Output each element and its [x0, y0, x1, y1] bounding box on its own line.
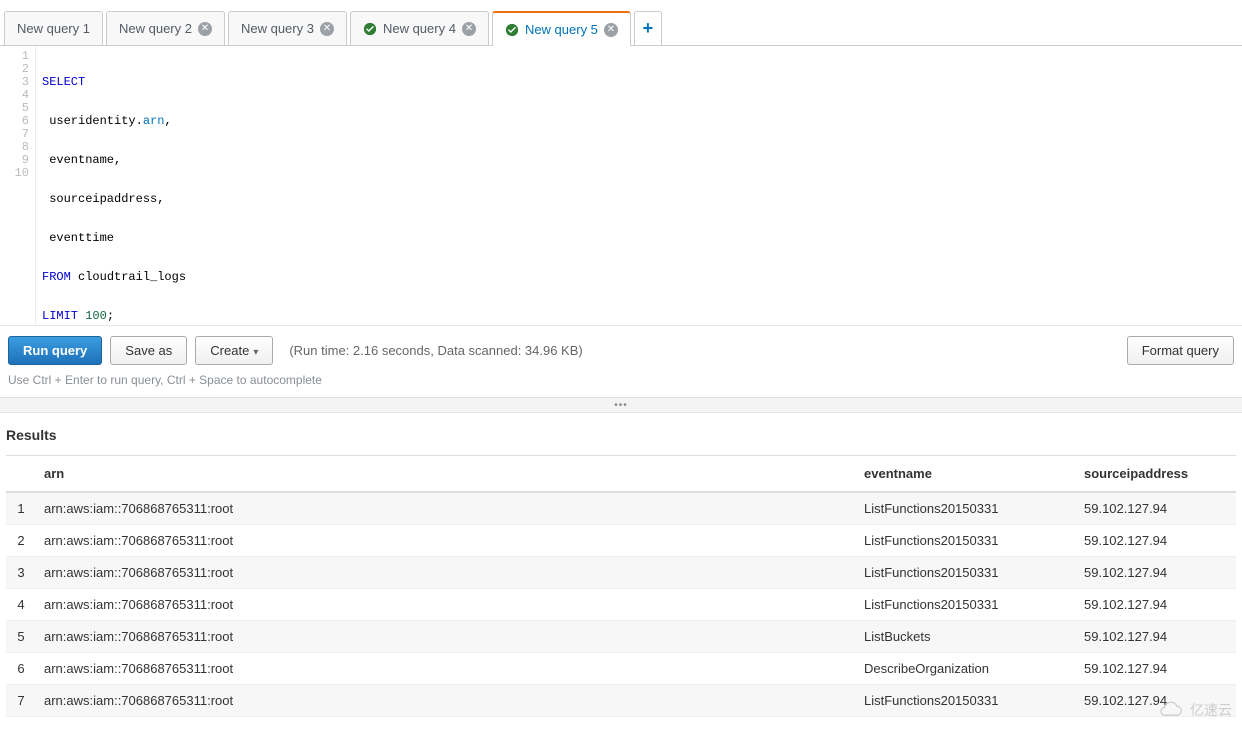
watermark-text: 亿速云: [1190, 700, 1232, 720]
pane-resize-handle[interactable]: •••: [0, 397, 1242, 413]
run-query-button[interactable]: Run query: [8, 336, 102, 365]
tab-label: New query 3: [241, 21, 314, 36]
kw-select: SELECT: [42, 75, 85, 89]
tab-query-1[interactable]: New query 1: [4, 11, 103, 45]
table-row[interactable]: 4arn:aws:iam::706868765311:rootListFunct…: [6, 589, 1236, 621]
close-icon[interactable]: ✕: [462, 22, 476, 36]
table-row[interactable]: 1arn:aws:iam::706868765311:rootListFunct…: [6, 492, 1236, 525]
tab-label: New query 4: [383, 21, 456, 36]
cell-eventname: ListFunctions20150331: [856, 557, 1076, 589]
close-icon[interactable]: ✕: [320, 22, 334, 36]
tab-label: New query 5: [525, 22, 598, 37]
success-icon: [363, 22, 377, 36]
results-panel: Results arn eventname sourceipaddress 1a…: [0, 413, 1242, 717]
action-bar: Run query Save as Create ▾ (Run time: 2.1…: [0, 326, 1242, 373]
code-area[interactable]: SELECT useridentity.arn, eventname, sour…: [36, 46, 192, 325]
table-row[interactable]: 2arn:aws:iam::706868765311:rootListFunct…: [6, 525, 1236, 557]
close-icon[interactable]: ✕: [604, 23, 618, 37]
results-header-row: arn eventname sourceipaddress: [6, 456, 1236, 493]
cell-index: 1: [6, 492, 36, 525]
cell-arn: arn:aws:iam::706868765311:root: [36, 525, 856, 557]
cell-arn: arn:aws:iam::706868765311:root: [36, 557, 856, 589]
cell-eventname: ListFunctions20150331: [856, 589, 1076, 621]
tab-query-4[interactable]: New query 4 ✕: [350, 11, 489, 45]
query-tabs: New query 1 New query 2 ✕ New query 3 ✕ …: [0, 0, 1242, 46]
cell-sourceip: 59.102.127.94: [1076, 557, 1236, 589]
col-eventname[interactable]: eventname: [856, 456, 1076, 493]
results-title: Results: [6, 427, 1236, 443]
tab-query-3[interactable]: New query 3 ✕: [228, 11, 347, 45]
cell-index: 3: [6, 557, 36, 589]
cell-index: 4: [6, 589, 36, 621]
col-index[interactable]: [6, 456, 36, 493]
cell-sourceip: 59.102.127.94: [1076, 621, 1236, 653]
save-as-button[interactable]: Save as: [110, 336, 187, 365]
table-row[interactable]: 3arn:aws:iam::706868765311:rootListFunct…: [6, 557, 1236, 589]
cell-eventname: ListBuckets: [856, 621, 1076, 653]
cell-arn: arn:aws:iam::706868765311:root: [36, 589, 856, 621]
cell-arn: arn:aws:iam::706868765311:root: [36, 685, 856, 717]
create-button[interactable]: Create ▾: [195, 336, 273, 365]
add-tab-button[interactable]: +: [634, 11, 662, 45]
line-gutter: 12345678910: [0, 46, 36, 325]
keyboard-hint: Use Ctrl + Enter to run query, Ctrl + Sp…: [0, 373, 1242, 397]
cell-arn: arn:aws:iam::706868765311:root: [36, 492, 856, 525]
results-table: arn eventname sourceipaddress 1arn:aws:i…: [6, 455, 1236, 717]
sql-editor[interactable]: 12345678910 SELECT useridentity.arn, eve…: [0, 46, 1242, 326]
table-row[interactable]: 6arn:aws:iam::706868765311:rootDescribeO…: [6, 653, 1236, 685]
table-row[interactable]: 7arn:aws:iam::706868765311:rootListFunct…: [6, 685, 1236, 717]
cell-index: 5: [6, 621, 36, 653]
cell-arn: arn:aws:iam::706868765311:root: [36, 653, 856, 685]
cell-eventname: ListFunctions20150331: [856, 685, 1076, 717]
cell-index: 2: [6, 525, 36, 557]
success-icon: [505, 23, 519, 37]
run-info: (Run time: 2.16 seconds, Data scanned: 3…: [289, 343, 582, 358]
tab-label: New query 1: [17, 21, 90, 36]
close-icon[interactable]: ✕: [198, 22, 212, 36]
format-query-button[interactable]: Format query: [1127, 336, 1234, 365]
cell-arn: arn:aws:iam::706868765311:root: [36, 621, 856, 653]
cell-eventname: DescribeOrganization: [856, 653, 1076, 685]
cell-index: 6: [6, 653, 36, 685]
table-row[interactable]: 5arn:aws:iam::706868765311:rootListBucke…: [6, 621, 1236, 653]
cell-sourceip: 59.102.127.94: [1076, 589, 1236, 621]
cloud-icon: [1158, 697, 1184, 723]
col-sourceip[interactable]: sourceipaddress: [1076, 456, 1236, 493]
cell-eventname: ListFunctions20150331: [856, 492, 1076, 525]
create-label: Create: [210, 343, 249, 358]
tab-label: New query 2: [119, 21, 192, 36]
cell-eventname: ListFunctions20150331: [856, 525, 1076, 557]
chevron-down-icon: ▾: [253, 347, 258, 358]
tab-query-5[interactable]: New query 5 ✕: [492, 11, 631, 46]
cell-sourceip: 59.102.127.94: [1076, 492, 1236, 525]
col-arn[interactable]: arn: [36, 456, 856, 493]
cell-sourceip: 59.102.127.94: [1076, 653, 1236, 685]
tab-query-2[interactable]: New query 2 ✕: [106, 11, 225, 45]
watermark: 亿速云: [1158, 697, 1232, 723]
cell-sourceip: 59.102.127.94: [1076, 525, 1236, 557]
cell-index: 7: [6, 685, 36, 717]
